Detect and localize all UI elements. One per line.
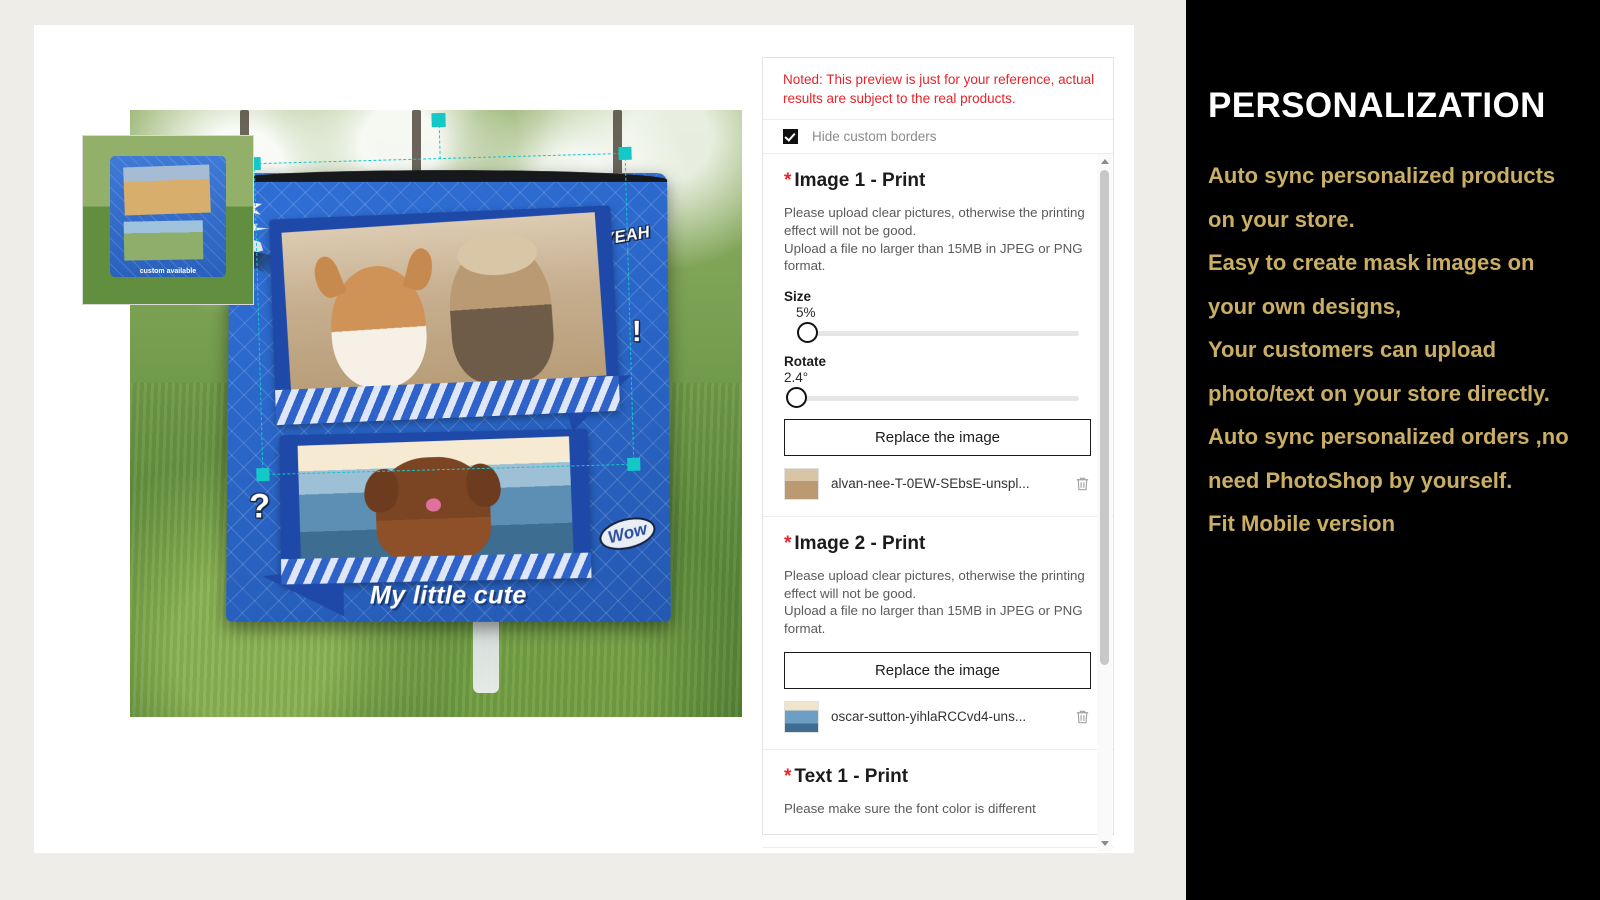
text-hint-1: Please make sure the font color is diffe… [784, 800, 1036, 816]
hide-custom-borders-checkbox[interactable] [783, 129, 798, 145]
preview-thumbnail[interactable]: custom available [82, 135, 254, 305]
question-mark-icon: ? [248, 486, 271, 526]
required-marker: * [784, 170, 792, 192]
rotate-slider-track[interactable] [796, 395, 1079, 401]
section-title-text-1: * Text 1 - Print [784, 766, 1091, 788]
panel-scrollbar[interactable] [1097, 154, 1112, 852]
app-screen: YEAH ? ! Wow My little cute custom avail… [0, 0, 1600, 900]
user-photo-2[interactable] [296, 435, 574, 562]
speech-bubble-bottom[interactable] [279, 428, 592, 584]
hide-custom-borders-label: Hide custom borders [812, 129, 937, 145]
dog-corgi [327, 263, 430, 391]
size-label: Size [784, 288, 812, 304]
dog-tongue [425, 497, 441, 511]
promo-heading: PERSONALIZATION [1208, 86, 1546, 125]
dog-yorkie [445, 241, 557, 387]
section-title-image-1: * Image 1 - Print [784, 170, 1091, 192]
section-title-text: Image 1 - Print [794, 170, 926, 192]
section-title-text: Text 1 - Print [794, 765, 909, 787]
promo-bullet: Auto sync personalized products on your … [1208, 163, 1556, 232]
scroll-down-button[interactable] [1097, 836, 1112, 851]
exclamation-icon: ! [631, 314, 642, 348]
promo-bullet-list: Auto sync personalized products on your … [1186, 126, 1600, 546]
promo-bullet: Auto sync personalized orders ,no need P… [1208, 424, 1569, 493]
speech-bubble-top[interactable] [269, 205, 620, 425]
options-scroll-area[interactable]: * Image 1 - Print Please upload clear pic… [763, 154, 1113, 852]
section-title-text: Image 2 - Print [794, 532, 926, 554]
chevron-up-icon [1100, 159, 1109, 165]
section-title-image-2: * Image 2 - Print [784, 533, 1091, 555]
size-value: 5% [796, 304, 816, 320]
file-row-1: alvan-nee-T-0EW-SEbsE-unspl... [784, 467, 1091, 500]
options-panel: Noted: This preview is just for your ref… [762, 57, 1114, 852]
thumbnail-caption: custom available [139, 267, 197, 275]
rotate-slider-knob[interactable] [786, 386, 807, 408]
file-thumbnail-2 [784, 700, 819, 733]
rotate-slider[interactable] [784, 386, 1091, 409]
hide-custom-borders-row[interactable]: Hide custom borders [763, 120, 1113, 155]
product-caption: My little cute [369, 580, 527, 610]
upload-hint-1: Please upload clear pictures, otherwise … [784, 205, 1085, 274]
size-slider-knob[interactable] [796, 321, 818, 343]
scroll-up-button[interactable] [1097, 154, 1112, 169]
file-name-1: alvan-nee-T-0EW-SEbsE-unspl... [831, 476, 1030, 492]
promo-bullet: Fit Mobile version [1208, 511, 1396, 537]
chevron-down-icon [1100, 841, 1109, 847]
file-row-2: oscar-sutton-yihlaRCCvd4-uns... [784, 700, 1091, 733]
section-image-2: * Image 2 - Print Please upload clear pic… [763, 517, 1113, 750]
promo-bullet: Your customers can upload photo/text on … [1208, 337, 1550, 406]
preview-notice: Noted: This preview is just for your ref… [763, 58, 1113, 121]
promo-bullet: Easy to create mask images on your own d… [1208, 250, 1535, 319]
dog-retriever [373, 454, 492, 562]
upload-hint-2: Please upload clear pictures, otherwise … [784, 567, 1085, 636]
wow-sticker-icon: Wow [595, 511, 660, 556]
section-text-1: * Text 1 - Print Please make sure the fon… [763, 750, 1113, 849]
rotate-value: 2.4° [784, 369, 809, 385]
file-name-2: oscar-sutton-yihlaRCCvd4-uns... [831, 709, 1027, 725]
section-image-1: * Image 1 - Print Please upload clear pic… [763, 154, 1113, 517]
trash-icon[interactable] [1074, 475, 1091, 493]
replace-image-button-1[interactable]: Replace the image [784, 418, 1091, 456]
size-slider[interactable] [784, 321, 1091, 344]
rotate-label: Rotate [784, 353, 827, 369]
replace-image-button-2[interactable]: Replace the image [784, 651, 1091, 689]
thumbnail-photo-1 [123, 164, 211, 216]
scrollbar-thumb[interactable] [1100, 170, 1109, 666]
required-marker: * [784, 532, 792, 554]
blanket-product[interactable]: YEAH ? ! Wow My little cute [225, 172, 671, 622]
trash-icon[interactable] [1074, 708, 1091, 726]
thumbnail-photo-2 [123, 220, 203, 261]
size-slider-track[interactable] [806, 330, 1079, 336]
user-photo-1[interactable] [281, 212, 607, 398]
required-marker: * [784, 765, 792, 787]
promo-panel: PERSONALIZATION Auto sync personalized p… [1186, 0, 1600, 900]
file-thumbnail-1 [784, 467, 819, 500]
thumbnail-blanket: custom available [110, 156, 226, 278]
